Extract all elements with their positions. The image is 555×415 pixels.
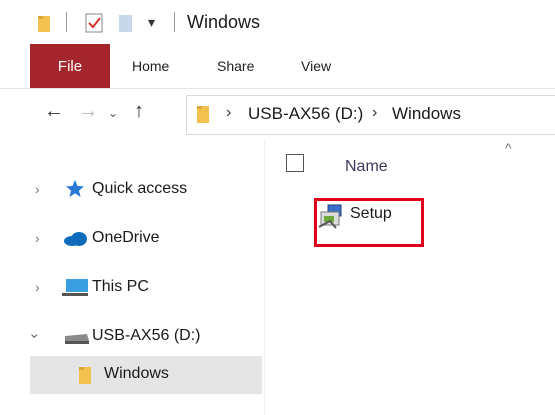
- expand-chevron-icon[interactable]: ›: [35, 279, 40, 295]
- nav-usb-drive[interactable]: › USB-AX56 (D:): [27, 318, 262, 356]
- nav-label: Quick access: [92, 180, 188, 197]
- nav-label: Windows: [104, 365, 169, 382]
- breadcrumb-usb[interactable]: USB-AX56 (D:): [248, 104, 363, 124]
- navigation-pane: › Quick access › OneDrive › This PC › US…: [0, 141, 265, 415]
- customize-toolbar-dropdown-icon[interactable]: ▾: [148, 14, 155, 31]
- recent-locations-chevron-icon[interactable]: ⌄: [108, 106, 118, 120]
- properties-check-icon[interactable]: [84, 12, 104, 34]
- toolbar-separator: [66, 12, 67, 32]
- toolbar-separator: [174, 12, 175, 32]
- breadcrumb-windows[interactable]: Windows: [392, 104, 461, 124]
- computer-icon: [62, 279, 88, 296]
- collapse-chevron-icon[interactable]: ›: [27, 334, 43, 339]
- nav-this-pc[interactable]: › This PC: [30, 269, 262, 307]
- star-icon: [66, 180, 84, 197]
- folder-icon: [38, 16, 50, 32]
- file-list: [265, 141, 555, 415]
- highlight-box: [314, 198, 424, 247]
- select-all-checkbox[interactable]: [286, 154, 304, 172]
- cloud-icon: [64, 232, 87, 246]
- tab-home[interactable]: Home: [132, 58, 169, 74]
- usb-drive-icon: [65, 334, 89, 344]
- folder-icon: [79, 367, 91, 384]
- tab-view[interactable]: View: [301, 58, 331, 74]
- nav-label: USB-AX56 (D:): [92, 327, 201, 344]
- title-bar: ▾ Windows: [0, 0, 555, 44]
- window-title: Windows: [187, 12, 261, 32]
- tab-share[interactable]: Share: [217, 58, 254, 74]
- nav-windows-folder[interactable]: Windows: [30, 356, 262, 394]
- address-bar[interactable]: [186, 95, 555, 135]
- column-header-name[interactable]: Name: [345, 158, 388, 176]
- nav-label: This PC: [92, 278, 149, 295]
- tab-file[interactable]: File: [30, 44, 110, 88]
- breadcrumb-chevron-icon[interactable]: ›: [226, 104, 231, 122]
- sort-ascending-icon: ^: [505, 140, 512, 156]
- back-arrow-icon[interactable]: ←: [44, 100, 64, 123]
- forward-arrow-icon[interactable]: →: [78, 100, 98, 123]
- address-folder-icon: [197, 106, 209, 123]
- breadcrumb-chevron-icon[interactable]: ›: [372, 104, 377, 122]
- new-folder-icon[interactable]: [118, 13, 134, 33]
- up-arrow-icon[interactable]: ↑: [134, 100, 144, 123]
- nav-quick-access[interactable]: › Quick access: [30, 171, 262, 209]
- nav-label: OneDrive: [92, 229, 160, 246]
- nav-onedrive[interactable]: › OneDrive: [30, 220, 262, 258]
- expand-chevron-icon[interactable]: ›: [35, 230, 40, 246]
- expand-chevron-icon[interactable]: ›: [35, 181, 40, 197]
